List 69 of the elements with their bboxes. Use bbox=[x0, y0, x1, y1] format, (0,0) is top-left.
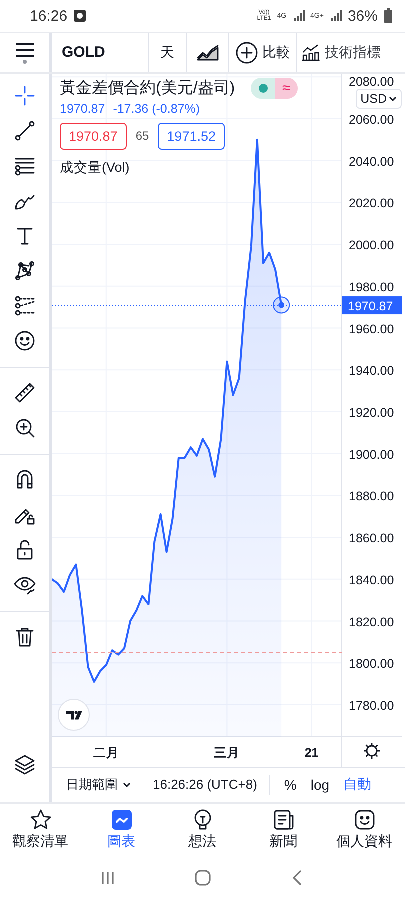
y-tick-label: 1860.00 bbox=[349, 531, 394, 546]
date-range-button[interactable]: 日期範圍 bbox=[66, 776, 131, 794]
pattern-icon[interactable] bbox=[12, 259, 36, 284]
scale-option[interactable]: 自動 bbox=[344, 776, 372, 794]
smiley-icon[interactable] bbox=[12, 329, 36, 354]
y-tick-label: 1800.00 bbox=[349, 656, 394, 671]
y-tick-label: 1980.00 bbox=[349, 280, 394, 294]
dot-icon bbox=[22, 60, 26, 64]
bar-chart-icon bbox=[301, 42, 321, 63]
price-change: -17.36 (-0.87%) bbox=[113, 102, 200, 116]
y-tick-label: 2060.00 bbox=[349, 112, 394, 127]
x-tick-label: 三月 bbox=[214, 746, 240, 760]
caret-icon bbox=[389, 94, 397, 103]
settings-icon[interactable] bbox=[363, 742, 381, 760]
newspaper-icon bbox=[272, 808, 296, 832]
caret-icon bbox=[123, 780, 131, 789]
ruler-icon[interactable] bbox=[12, 381, 36, 406]
y-tick-label: 2000.00 bbox=[349, 238, 394, 252]
indicators-button[interactable]: 技術指標 bbox=[297, 33, 385, 72]
signal-icon bbox=[292, 10, 305, 22]
nav-tab[interactable]: 圖表 bbox=[81, 804, 162, 856]
battery-icon bbox=[384, 8, 393, 24]
y-tick-label: 1920.00 bbox=[349, 406, 394, 420]
buy-button[interactable]: 1971.52 bbox=[158, 122, 225, 150]
battery-level: 36% bbox=[348, 8, 378, 25]
line-icon[interactable] bbox=[12, 119, 36, 144]
status-dot bbox=[258, 84, 268, 93]
currency-dropdown[interactable]: USD bbox=[356, 88, 402, 109]
x-tick-label: 21 bbox=[304, 746, 319, 760]
y-tick-label: 2080.00 bbox=[349, 74, 394, 89]
layers-icon[interactable] bbox=[12, 752, 36, 777]
y-tick-label: 2040.00 bbox=[349, 154, 394, 169]
spread-value: 65 bbox=[136, 129, 150, 144]
x-tick-label: 二月 bbox=[93, 746, 120, 760]
price-value: 1970.87 bbox=[60, 102, 106, 116]
nav-tab[interactable]: 新聞 bbox=[243, 804, 324, 856]
y-tick-label: 2020.00 bbox=[349, 196, 394, 210]
nodes-icon[interactable] bbox=[12, 294, 36, 318]
y-tick-label: 1960.00 bbox=[349, 322, 394, 336]
status-time: 16:26 bbox=[30, 8, 68, 25]
crosshair-icon[interactable] bbox=[12, 84, 36, 108]
scale-option[interactable]: log bbox=[310, 776, 330, 793]
y-tick-label: 1780.00 bbox=[349, 698, 394, 713]
price-label: 1970.87 bbox=[342, 296, 402, 314]
interval-button[interactable]: 天 bbox=[149, 33, 187, 72]
nav-tab[interactable]: 觀察清單 bbox=[0, 804, 81, 856]
signal-icon bbox=[330, 10, 342, 22]
symbol-title: 黃金差價合約(美元/盎司) bbox=[60, 78, 236, 99]
y-tick-label: 1840.00 bbox=[349, 573, 394, 588]
scale-option[interactable]: % bbox=[284, 776, 297, 793]
indicator-label: 成交量(Vol) bbox=[60, 158, 130, 177]
nav-tab[interactable]: 想法 bbox=[162, 804, 243, 856]
menu-icon bbox=[14, 42, 34, 58]
point-marker bbox=[273, 296, 290, 314]
compare-button[interactable]: 比較 bbox=[229, 33, 297, 72]
home-icon[interactable] bbox=[192, 868, 212, 888]
y-tick-label: 1900.00 bbox=[349, 448, 394, 462]
y-tick-label: 1880.00 bbox=[349, 489, 394, 504]
y-tick-label: 1820.00 bbox=[349, 615, 394, 629]
clock-label: 16:26:26 (UTC+8) bbox=[153, 777, 258, 792]
approx-symbol: ≈ bbox=[275, 78, 298, 99]
y-tick-label: 1940.00 bbox=[349, 364, 394, 378]
symbol-button[interactable]: GOLD bbox=[52, 33, 149, 72]
add-icon bbox=[234, 40, 258, 65]
sell-button[interactable]: 1970.87 bbox=[60, 122, 127, 150]
notification-icon bbox=[74, 10, 86, 22]
chart-icon bbox=[110, 808, 134, 832]
smiley-icon bbox=[352, 808, 376, 832]
nav-tab[interactable]: 個人資料 bbox=[324, 804, 405, 856]
